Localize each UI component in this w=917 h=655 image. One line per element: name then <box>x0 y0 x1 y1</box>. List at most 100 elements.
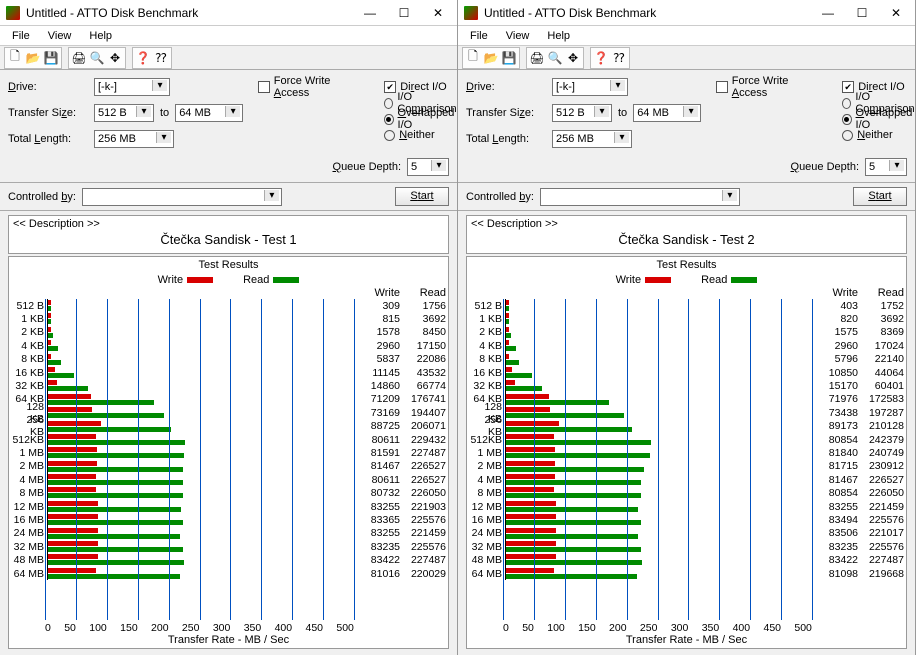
drive-combo[interactable]: [-k-] <box>94 78 170 96</box>
zoom-icon[interactable]: ✥ <box>564 49 582 67</box>
transfer-size-from-combo[interactable]: 512 B <box>552 104 612 122</box>
write-bar <box>506 327 509 332</box>
help-icon[interactable]: ❓ <box>134 49 152 67</box>
results-panel: Test ResultsWriteReadWriteRead512 B30917… <box>8 256 449 649</box>
result-row: 512KB80854242379 <box>467 433 906 446</box>
whatsthis-icon[interactable]: ⁇ <box>610 49 628 67</box>
close-button[interactable]: ✕ <box>429 4 447 22</box>
read-value: 44064 <box>858 367 904 379</box>
save-icon[interactable]: 💾 <box>500 49 518 67</box>
new-icon[interactable]: 🗋 <box>464 49 482 67</box>
window-left: Untitled - ATTO Disk Benchmark—☐✕FileVie… <box>0 0 458 655</box>
minimize-button[interactable]: — <box>361 4 379 22</box>
row-label: 16 MB <box>11 514 47 526</box>
menu-view[interactable]: View <box>42 30 78 42</box>
queue-depth-combo[interactable]: 5 <box>865 158 907 176</box>
read-value: 17024 <box>858 340 904 352</box>
write-value: 403 <box>812 300 858 312</box>
new-icon[interactable]: 🗋 <box>6 49 24 67</box>
results-body: 512 B40317521 KB82036922 KB157583694 KB2… <box>467 299 906 620</box>
write-bar <box>506 300 509 305</box>
controlled-by-label: Controlled by: <box>8 191 76 203</box>
result-row: 16 KB1085044064 <box>467 366 906 379</box>
read-bar <box>506 346 516 351</box>
read-value: 221459 <box>400 527 446 539</box>
read-value: 194407 <box>400 407 446 419</box>
read-value: 226050 <box>400 487 446 499</box>
read-value: 229432 <box>400 434 446 446</box>
read-bar <box>48 520 183 525</box>
maximize-button[interactable]: ☐ <box>395 4 413 22</box>
write-value: 83422 <box>812 554 858 566</box>
zoom-icon[interactable]: ✥ <box>106 49 124 67</box>
read-value: 221017 <box>858 527 904 539</box>
force-write-checkbox[interactable]: Force Write Access <box>716 79 822 95</box>
controlled-by-row: Controlled by:Start <box>458 183 915 211</box>
help-icon[interactable]: ❓ <box>592 49 610 67</box>
read-bar <box>48 547 183 552</box>
preview-icon[interactable]: 🔍 <box>546 49 564 67</box>
total-length-combo[interactable]: 256 MB <box>94 130 174 148</box>
force-write-checkbox[interactable]: Force Write Access <box>258 79 364 95</box>
row-label: 8 MB <box>11 487 47 499</box>
preview-icon[interactable]: 🔍 <box>88 49 106 67</box>
read-bar <box>48 480 183 485</box>
open-icon[interactable]: 📂 <box>24 49 42 67</box>
result-row: 64 KB71209176741 <box>9 393 448 406</box>
menu-help[interactable]: Help <box>541 30 576 42</box>
queue-depth-label: Queue Depth: <box>791 161 860 173</box>
maximize-button[interactable]: ☐ <box>853 4 871 22</box>
bar-area <box>505 420 812 433</box>
x-axis-label: Transfer Rate - MB / Sec <box>9 634 448 648</box>
menu-view[interactable]: View <box>500 30 536 42</box>
result-row: 8 MB80732226050 <box>9 486 448 499</box>
open-icon[interactable]: 📂 <box>482 49 500 67</box>
menu-file[interactable]: File <box>6 30 36 42</box>
result-row: 32 MB83235225576 <box>9 540 448 553</box>
write-bar <box>48 554 98 559</box>
read-value: 225576 <box>858 514 904 526</box>
write-bar <box>506 380 515 385</box>
x-axis-ticks: 050100150200250300350400450500 <box>467 622 906 634</box>
drive-combo[interactable]: [-k-] <box>552 78 628 96</box>
minimize-button[interactable]: — <box>819 4 837 22</box>
overlapped-io-radio[interactable]: Overlapped I/O <box>842 111 916 127</box>
read-bar <box>48 306 51 311</box>
write-value: 83255 <box>812 501 858 513</box>
description-label: << Description >> <box>471 218 902 230</box>
result-row: 512 B3091756 <box>9 299 448 312</box>
queue-depth-combo[interactable]: 5 <box>407 158 449 176</box>
drive-label: Drive: <box>466 81 546 93</box>
write-bar <box>48 313 51 318</box>
read-bar <box>506 453 650 458</box>
bar-area <box>47 433 354 446</box>
read-value: 225576 <box>400 514 446 526</box>
controlled-by-combo[interactable] <box>82 188 282 206</box>
print-icon[interactable]: 🖨 <box>528 49 546 67</box>
read-bar <box>48 427 171 432</box>
controls-panel: Drive:[-k-]Transfer Size:512 Bto64 MBTot… <box>0 70 457 183</box>
start-button[interactable]: Start <box>395 187 449 206</box>
force-write-label: Force Write Access <box>274 75 364 99</box>
transfer-size-to-combo[interactable]: 64 MB <box>175 104 243 122</box>
read-bar <box>506 534 638 539</box>
total-length-combo[interactable]: 256 MB <box>552 130 632 148</box>
description-box: << Description >>Čtečka Sandisk - Test 2 <box>466 215 907 254</box>
print-icon[interactable]: 🖨 <box>70 49 88 67</box>
result-row: 256 KB89173210128 <box>467 420 906 433</box>
row-label: 16 MB <box>469 514 505 526</box>
save-icon[interactable]: 💾 <box>42 49 60 67</box>
read-value: 226527 <box>858 474 904 486</box>
row-label: 16 KB <box>469 367 505 379</box>
menu-help[interactable]: Help <box>83 30 118 42</box>
whatsthis-icon[interactable]: ⁇ <box>152 49 170 67</box>
close-button[interactable]: ✕ <box>887 4 905 22</box>
menu-file[interactable]: File <box>464 30 494 42</box>
row-label: 64 MB <box>11 568 47 580</box>
overlapped-io-radio[interactable]: Overlapped I/O <box>384 111 458 127</box>
transfer-size-from-combo[interactable]: 512 B <box>94 104 154 122</box>
controlled-by-combo[interactable] <box>540 188 740 206</box>
start-button[interactable]: Start <box>853 187 907 206</box>
read-value: 225576 <box>858 541 904 553</box>
transfer-size-to-combo[interactable]: 64 MB <box>633 104 701 122</box>
